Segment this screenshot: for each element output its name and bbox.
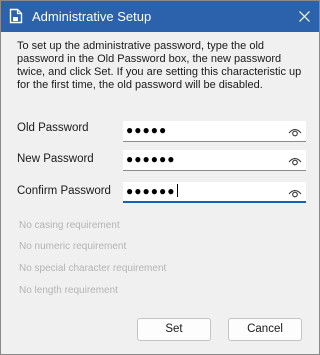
eye-icon[interactable] [288,154,302,166]
window-title: Administrative Setup [32,9,152,24]
confirm-password-text: ●●●●●● [126,184,176,198]
confirm-password-label: Confirm Password [17,185,111,197]
requirement-numeric: No numeric requirement [19,241,127,252]
text-caret [176,184,178,197]
old-password-label: Old Password [17,122,89,134]
eye-icon[interactable] [288,186,302,198]
title-bar: Administrative Setup [1,1,319,32]
requirement-length: No length requirement [19,285,118,296]
close-button[interactable] [289,1,319,32]
confirm-password-field[interactable]: ●●●●●● [123,182,306,203]
set-button[interactable]: Set [137,318,211,341]
admin-setup-dialog: Administrative Setup To set up the admin… [0,0,320,355]
old-password-field[interactable]: ●●●●● [123,121,306,142]
requirement-special: No special character requirement [19,263,167,274]
document-icon [9,8,23,24]
dialog-body: To set up the administrative password, t… [1,32,319,354]
eye-icon[interactable] [288,125,302,137]
instructions-text: To set up the administrative password, t… [17,40,302,91]
cancel-button[interactable]: Cancel [228,318,302,341]
requirement-casing: No casing requirement [19,220,120,231]
confirm-password-value: ●●●●●● [126,184,178,198]
new-password-value: ●●●●●● [126,152,176,166]
old-password-value: ●●●●● [126,123,168,137]
new-password-field[interactable]: ●●●●●● [123,150,306,171]
close-icon [299,11,310,22]
new-password-label: New Password [17,153,94,165]
